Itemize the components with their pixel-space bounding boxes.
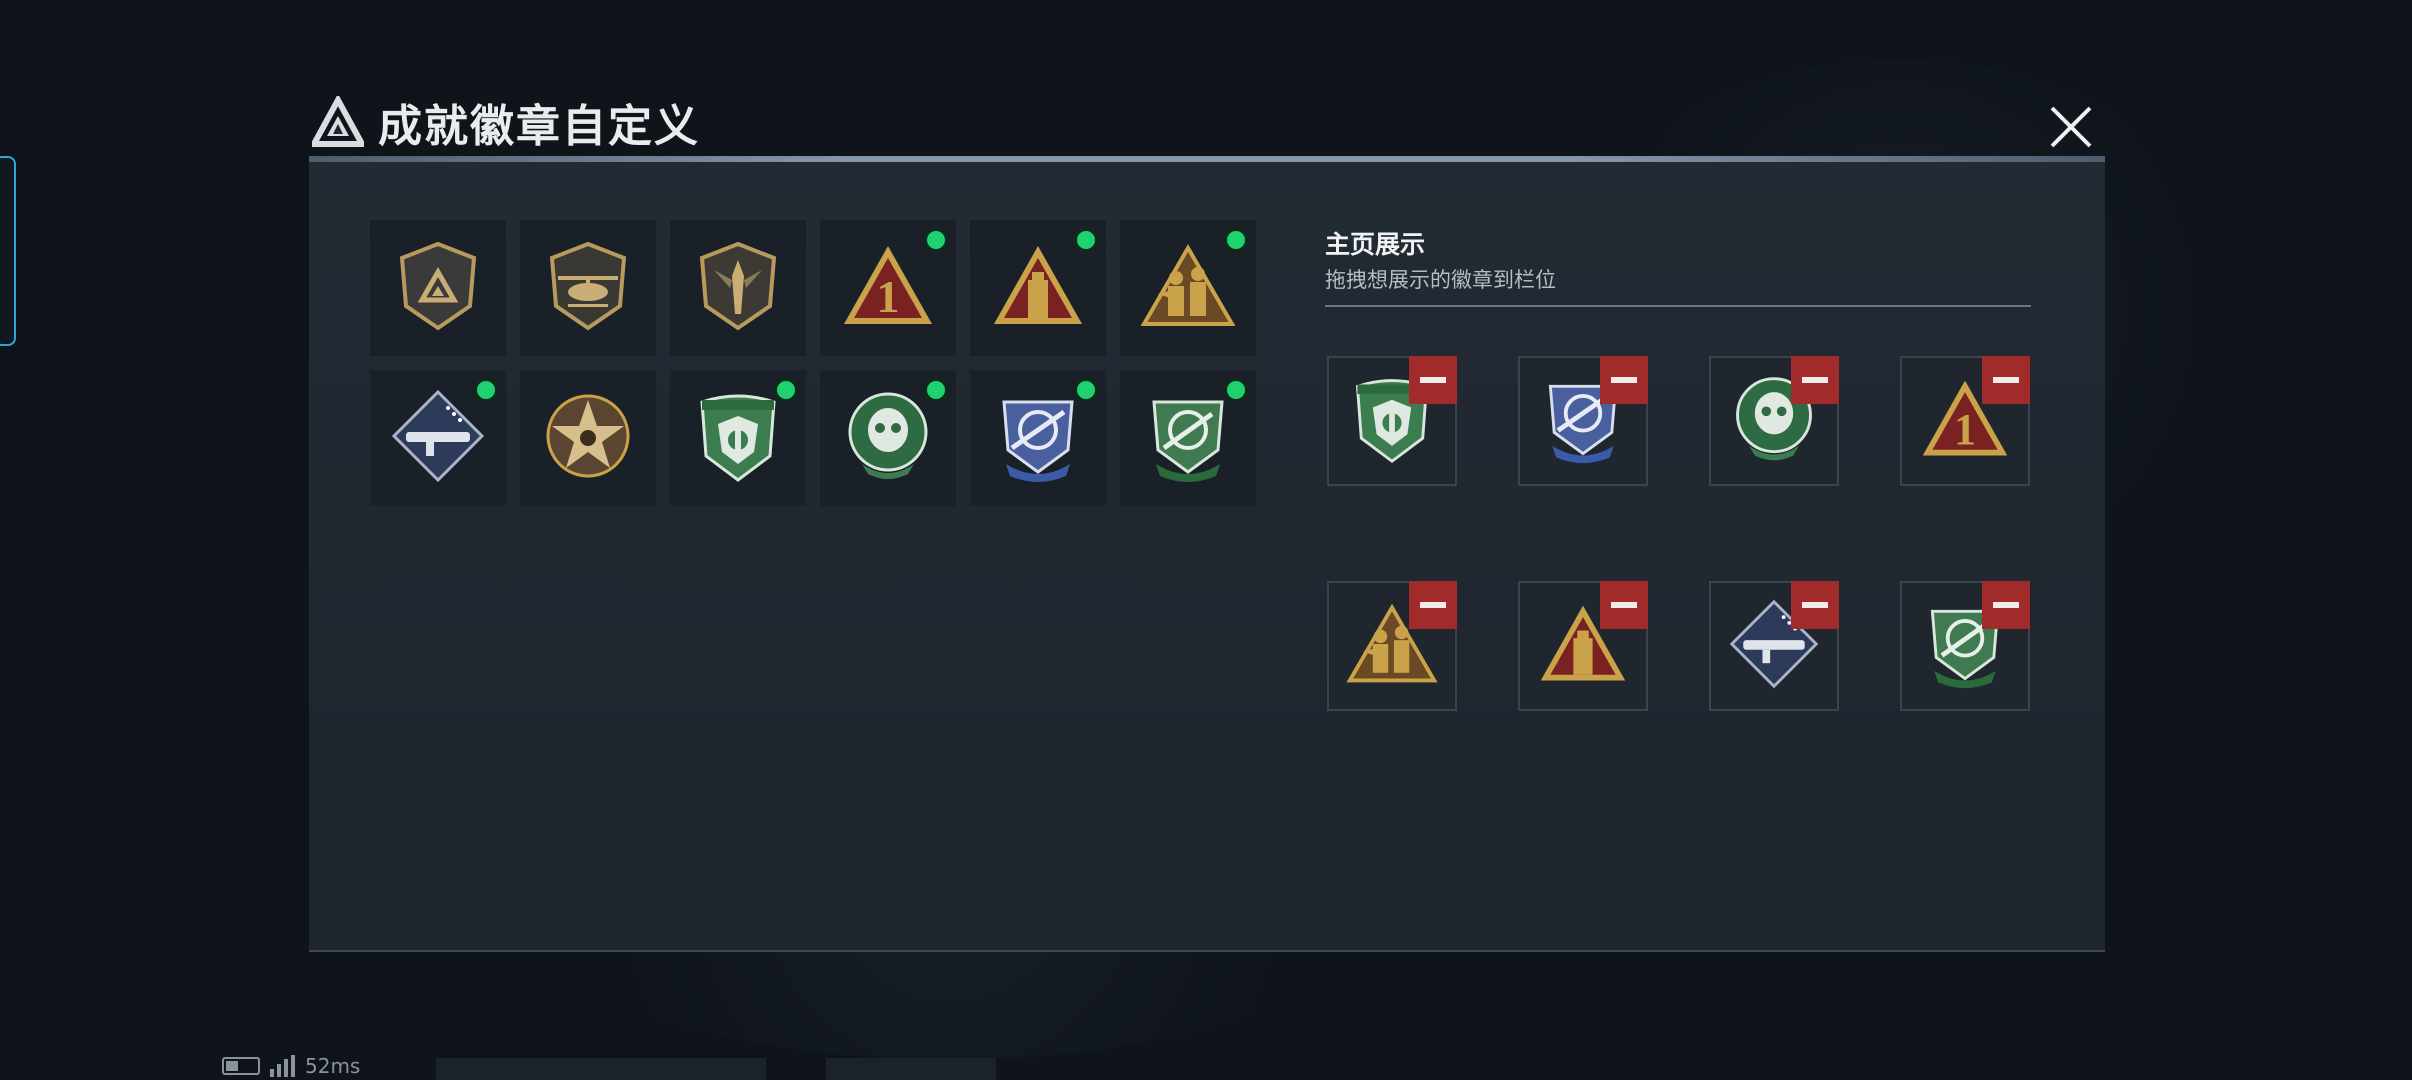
close-button[interactable] [2046,102,2096,152]
showcase-slot[interactable] [1518,581,1648,711]
remove-badge-button[interactable] [1409,356,1457,404]
unlocked-indicator-icon [474,378,498,402]
minus-icon [1993,602,2019,608]
battery-icon [222,1057,260,1075]
showcase-slot[interactable] [1327,581,1457,711]
showcase-slot[interactable]: 1 [1900,356,2030,486]
green-skull-wreath-badge-icon [838,386,938,490]
star-skull-badge-icon [538,386,638,490]
dagger-shield-badge-icon [688,236,788,340]
unlocked-indicator-icon [1224,378,1248,402]
badge-cell[interactable] [1120,370,1256,506]
showcase-slot[interactable] [1518,356,1648,486]
unlocked-indicator-icon [924,378,948,402]
unlocked-indicator-icon [774,378,798,402]
remove-badge-button[interactable] [1982,356,2030,404]
showcase-slots: 1 [1327,356,2030,711]
showcase-slot[interactable] [1709,356,1839,486]
showcase-slot[interactable] [1709,581,1839,711]
blue-crosshair-rifle-badge-icon [988,386,1088,490]
remove-badge-button[interactable] [1600,356,1648,404]
blurred-status [436,1058,766,1080]
remove-badge-button[interactable] [1409,581,1457,629]
badge-cell[interactable] [670,370,806,506]
page-title: 成就徽章自定义 [378,101,700,152]
side-tab[interactable] [0,156,16,346]
remove-badge-button[interactable] [1982,581,2030,629]
svg-text:1: 1 [877,271,900,322]
showcase-slot[interactable] [1900,581,2030,711]
unlocked-indicator-icon [1224,228,1248,252]
triangle-soldiers-badge-icon [1138,236,1238,340]
diamond-rocket-launcher-badge-icon [388,386,488,490]
minus-icon [1802,377,1828,383]
title-bar: 成就徽章自定义 [312,92,700,152]
logo-triangle-icon [312,96,364,147]
signal-icon [270,1055,295,1077]
shield-logo-badge-icon [388,236,488,340]
showcase-heading: 主页展示 [1325,230,1426,259]
unlocked-indicator-icon [1074,228,1098,252]
badge-cell[interactable] [370,370,506,506]
badge-cell[interactable] [820,370,956,506]
minus-icon [1611,602,1637,608]
triangle-number-one-badge-icon: 1 [838,236,938,340]
green-shield-crest-badge-icon [688,386,788,490]
unlocked-indicator-icon [1074,378,1098,402]
badge-inventory-grid: 1 [370,220,1256,506]
remove-badge-button[interactable] [1600,581,1648,629]
badge-cell[interactable] [520,370,656,506]
minus-icon [1993,377,2019,383]
minus-icon [1611,377,1637,383]
remove-badge-button[interactable] [1791,356,1839,404]
badge-cell[interactable] [1120,220,1256,356]
blurred-status [826,1058,996,1080]
unlocked-indicator-icon [924,228,948,252]
helicopter-badge-icon [538,236,638,340]
showcase-divider [1325,305,2031,307]
badge-cell[interactable] [970,220,1106,356]
badge-cell[interactable]: 1 [820,220,956,356]
remove-badge-button[interactable] [1791,581,1839,629]
triangle-tower-badge-icon [988,236,1088,340]
panel-top-line [309,156,2105,162]
badge-cell[interactable] [370,220,506,356]
minus-icon [1420,377,1446,383]
showcase-slot[interactable] [1327,356,1457,486]
ping-text: 52ms [305,1054,361,1078]
minus-icon [1420,602,1446,608]
minus-icon [1802,602,1828,608]
showcase-subtitle: 拖拽想展示的徽章到栏位 [1325,268,1556,292]
status-bar: 52ms [222,1054,360,1078]
svg-text:1: 1 [1954,405,1976,454]
badge-cell[interactable] [970,370,1106,506]
badge-cell[interactable] [520,220,656,356]
green-crosshair-knife-badge-icon [1138,386,1238,490]
badge-cell[interactable] [670,220,806,356]
